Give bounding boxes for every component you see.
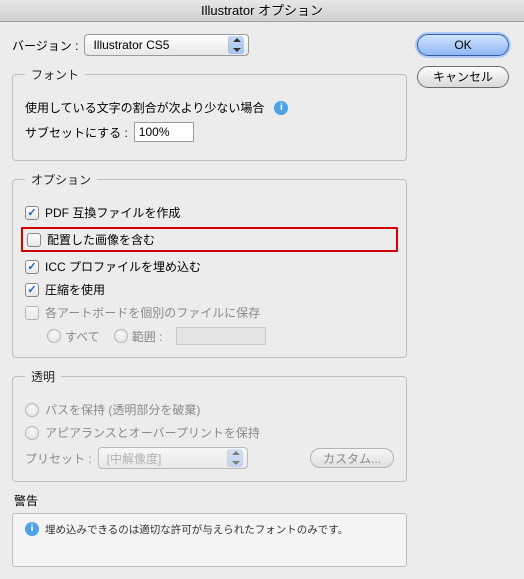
options-group: オプション PDF 互換ファイルを作成 配置した画像を含む ICC プロファイル… bbox=[12, 171, 407, 358]
info-icon: i bbox=[25, 522, 39, 536]
info-icon[interactable]: i bbox=[274, 101, 288, 115]
font-legend: フォント bbox=[25, 66, 85, 83]
subset-input[interactable] bbox=[134, 122, 194, 142]
warning-box: i 埋め込みできるのは適切な許可が与えられたフォントのみです。 bbox=[12, 513, 407, 567]
preset-select: [中解像度] bbox=[98, 447, 248, 469]
version-select[interactable]: Illustrator CS5 bbox=[84, 34, 249, 56]
compress-checkbox[interactable] bbox=[25, 283, 39, 297]
range-radio bbox=[114, 329, 128, 343]
placed-images-row-highlight: 配置した画像を含む bbox=[21, 227, 398, 252]
dropdown-arrows-icon bbox=[227, 449, 243, 467]
range-input bbox=[176, 327, 266, 345]
artboards-label: 各アートボードを個別のファイルに保存 bbox=[45, 304, 260, 321]
all-label: すべて bbox=[65, 328, 100, 345]
warning-label: 警告 bbox=[14, 492, 407, 509]
options-legend: オプション bbox=[25, 171, 97, 188]
artboards-checkbox bbox=[25, 306, 39, 320]
all-radio bbox=[47, 329, 61, 343]
path-label: パスを保持 (透明部分を破棄) bbox=[45, 401, 200, 418]
appearance-radio bbox=[25, 426, 39, 440]
transparency-legend: 透明 bbox=[25, 368, 61, 385]
version-value: Illustrator CS5 bbox=[93, 38, 169, 52]
transparency-group: 透明 パスを保持 (透明部分を破棄) アピアランスとオーバープリントを保持 プリ… bbox=[12, 368, 407, 482]
cancel-button[interactable]: キャンセル bbox=[417, 66, 509, 88]
pdf-checkbox[interactable] bbox=[25, 206, 39, 220]
icc-checkbox[interactable] bbox=[25, 260, 39, 274]
icc-label: ICC プロファイルを埋め込む bbox=[45, 258, 201, 275]
font-group: フォント 使用している文字の割合が次より少ない場合 i サブセットにする : bbox=[12, 66, 407, 161]
placed-images-label: 配置した画像を含む bbox=[47, 231, 155, 248]
version-label: バージョン : bbox=[12, 37, 78, 54]
appearance-label: アピアランスとオーバープリントを保持 bbox=[45, 424, 260, 441]
custom-button: カスタム... bbox=[310, 448, 394, 468]
range-label: 範囲 : bbox=[132, 328, 163, 345]
path-radio bbox=[25, 403, 39, 417]
font-desc: 使用している文字の割合が次より少ない場合 bbox=[25, 99, 264, 116]
preset-value: [中解像度] bbox=[107, 450, 162, 467]
subset-label: サブセットにする : bbox=[25, 124, 128, 141]
compress-label: 圧縮を使用 bbox=[45, 281, 105, 298]
dropdown-arrows-icon bbox=[228, 36, 244, 54]
pdf-label: PDF 互換ファイルを作成 bbox=[45, 204, 180, 221]
ok-button[interactable]: OK bbox=[417, 34, 509, 56]
warning-text: 埋め込みできるのは適切な許可が与えられたフォントのみです。 bbox=[45, 522, 348, 537]
window-title: Illustrator オプション bbox=[0, 0, 524, 22]
placed-images-checkbox[interactable] bbox=[27, 233, 41, 247]
preset-label: プリセット : bbox=[25, 450, 92, 467]
